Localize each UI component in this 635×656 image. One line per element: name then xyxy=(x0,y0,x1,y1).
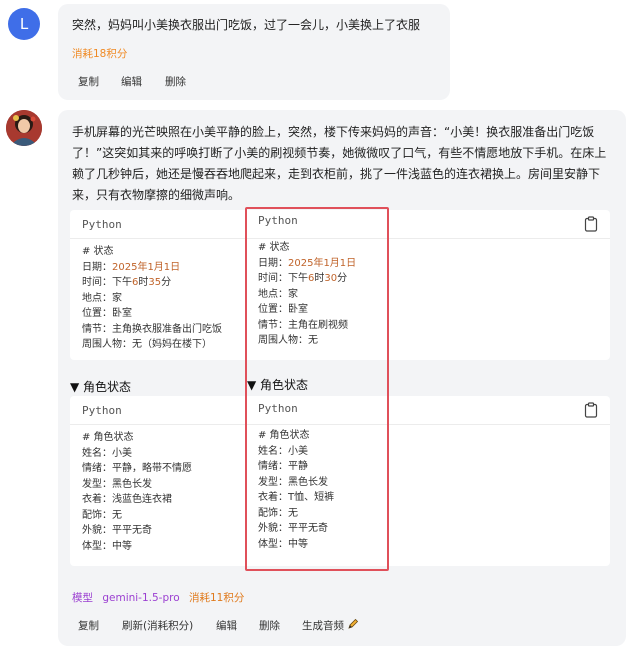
ai-cost-badge: 消耗11积分 xyxy=(188,592,245,604)
character-line: # 角色状态 xyxy=(82,432,134,443)
user-edit-button[interactable]: 编辑 xyxy=(121,74,142,89)
overlay-line: 情绪：平静 xyxy=(258,461,308,472)
user-avatar: L xyxy=(8,8,40,40)
user-copy-button[interactable]: 复制 xyxy=(78,74,99,89)
overlay-line: 配饰：无 xyxy=(258,507,298,519)
character-line: 衣着：浅蓝色连衣裙 xyxy=(82,494,172,505)
ai-message-bubble: 手机屏幕的光芒映照在小美平静的脸上，突然，楼下传来妈妈的声音：“小美！换衣服准备… xyxy=(58,110,626,646)
status-line-date: 日期：2025年1月1日 xyxy=(82,261,181,273)
overlay-line: 衣着：T恤、短裤 xyxy=(258,492,335,503)
status-code-lang-overlay: Python xyxy=(258,214,298,227)
overlay-line: 姓名：小美 xyxy=(258,445,308,457)
character-line: 外貌：平平无奇 xyxy=(82,525,152,536)
status-line-time: 时间：下午6时35分 xyxy=(82,277,172,288)
user-message-bubble: 突然，妈妈叫小美换衣服出门吃饭，过了一会儿，小美换上了衣服 消耗18积分 复制 … xyxy=(58,4,450,100)
ai-paragraph: 手机屏幕的光芒映照在小美平静的脸上，突然，楼下传来妈妈的声音：“小美！换衣服准备… xyxy=(72,125,607,202)
character-code-body: # 角色状态 姓名：小美 情绪：平静，略带不情愿 发型：黑色长发 衣着：浅蓝色连… xyxy=(82,430,192,554)
overlay-line-time: 时间：下午6时30分 xyxy=(258,273,348,284)
status-line: 地点：家 xyxy=(82,292,122,304)
clipboard-icon[interactable] xyxy=(584,216,598,232)
ai-message-text: 手机屏幕的光芒映照在小美平静的脸上，突然，楼下传来妈妈的声音：“小美！换衣服准备… xyxy=(72,122,612,206)
user-delete-button[interactable]: 删除 xyxy=(165,74,186,89)
character-line: 体型：中等 xyxy=(82,540,132,552)
character-code-overlay-body: # 角色状态 姓名：小美 情绪：平静 发型：黑色长发 衣着：T恤、短裤 配饰：无… xyxy=(258,428,334,552)
status-code-lang: Python xyxy=(82,218,122,231)
ai-avatar xyxy=(6,110,42,146)
status-line: 情节：主角换衣服准备出门吃饭 xyxy=(82,323,222,335)
overlay-line: 发型：黑色长发 xyxy=(258,476,328,488)
ai-refresh-button[interactable]: 刷新(消耗积分) xyxy=(122,618,193,633)
overlay-line-date: 日期：2025年1月1日 xyxy=(258,257,357,269)
status-code-body: # 状态 日期：2025年1月1日 时间：下午6时35分 地点：家 位置：卧室 … xyxy=(82,244,222,353)
character-line: 配饰：无 xyxy=(82,509,122,521)
character-line: 发型：黑色长发 xyxy=(82,478,152,490)
character-section-toggle[interactable]: ▼ 角色状态 xyxy=(70,378,131,395)
character-section-toggle-overlay[interactable]: ▼ 角色状态 xyxy=(247,376,308,393)
generate-audio-label: 生成音频 xyxy=(302,620,344,632)
status-code-block: Python Python # 状态 日期：2025年1月1日 时间：下午6时3… xyxy=(70,210,610,360)
character-code-lang: Python xyxy=(82,404,122,417)
overlay-line: # 角色状态 xyxy=(258,430,310,441)
ai-generate-audio-button[interactable]: 生成音频 xyxy=(302,618,359,633)
status-code-header: Python Python xyxy=(70,210,610,239)
overlay-line: 位置：卧室 xyxy=(258,304,308,315)
character-code-lang-overlay: Python xyxy=(258,402,298,415)
overlay-line: 周围人物：无 xyxy=(258,335,318,346)
overlay-line: 外貌：平平无奇 xyxy=(258,523,328,534)
ai-edit-button[interactable]: 编辑 xyxy=(216,618,237,633)
character-line: 姓名：小美 xyxy=(82,447,132,459)
user-message-text: 突然，妈妈叫小美换衣服出门吃饭，过了一会儿，小美换上了衣服 xyxy=(72,18,421,32)
model-info: 模型 gemini-1.5-pro 消耗11积分 xyxy=(72,590,244,605)
overlay-line: # 状态 xyxy=(258,242,290,253)
overlay-line: 体型：中等 xyxy=(258,538,308,550)
status-line: 位置：卧室 xyxy=(82,308,132,319)
ai-copy-button[interactable]: 复制 xyxy=(78,618,99,633)
model-name: gemini-1.5-pro xyxy=(102,592,180,604)
overlay-line: 地点：家 xyxy=(258,288,298,300)
overlay-line: 情节：主角在刷视频 xyxy=(258,319,348,331)
character-line: 情绪：平静，略带不情愿 xyxy=(82,463,192,474)
pencil-icon xyxy=(348,618,359,629)
character-code-block: Python Python # 角色状态 姓名：小美 情绪：平静，略带不情愿 发… xyxy=(70,396,610,566)
character-code-header: Python Python xyxy=(70,396,610,425)
model-label: 模型 xyxy=(72,592,93,604)
ai-delete-button[interactable]: 删除 xyxy=(259,618,280,633)
clipboard-icon[interactable] xyxy=(584,402,598,418)
status-code-overlay-body: # 状态 日期：2025年1月1日 时间：下午6时30分 地点：家 位置：卧室 … xyxy=(258,240,356,349)
user-cost-badge: 消耗18积分 xyxy=(72,48,128,60)
status-line: # 状态 xyxy=(82,246,114,257)
status-line: 周围人物：无（妈妈在楼下） xyxy=(82,339,212,350)
